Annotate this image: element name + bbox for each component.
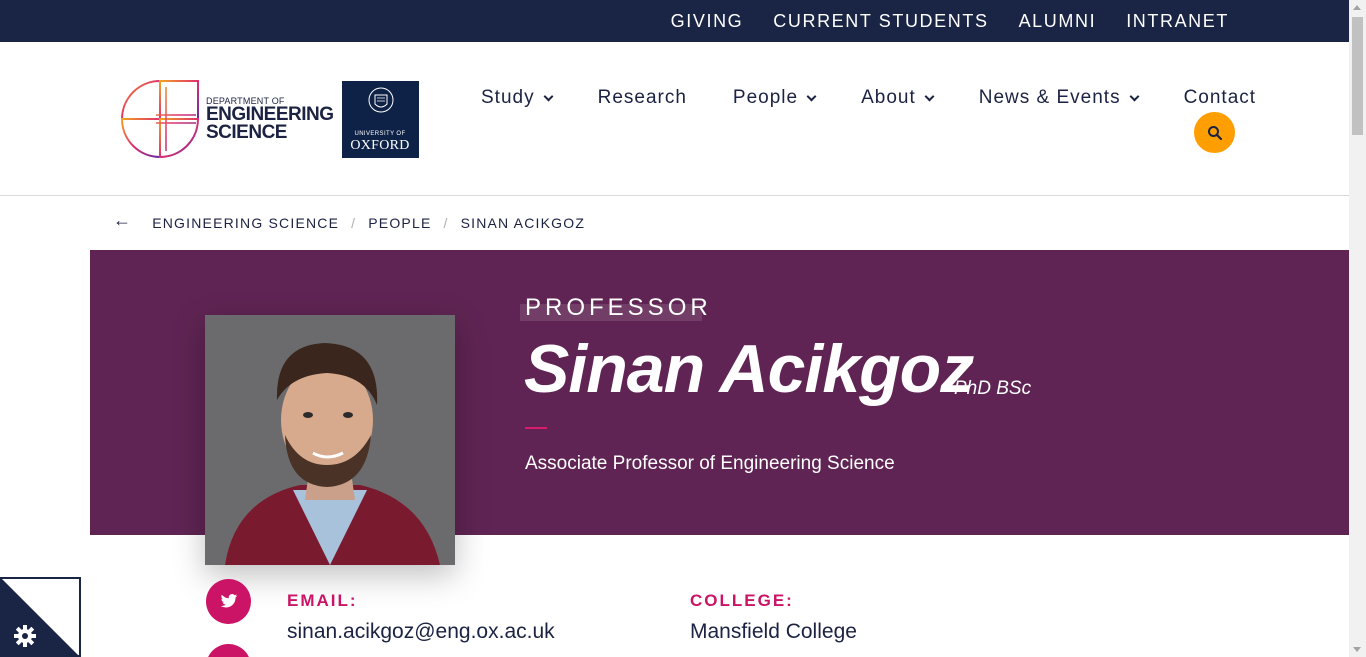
scrollbar-thumb[interactable]	[1352, 17, 1363, 135]
chevron-down-icon	[924, 91, 935, 101]
site-header: DEPARTMENT OF ENGINEERING SCIENCE UNIVER…	[0, 42, 1349, 196]
nav-item-label: News & Events	[978, 87, 1121, 108]
gear-icon	[14, 625, 36, 647]
utility-link-intranet[interactable]: INTRANET	[1126, 11, 1229, 32]
oxford-logo-big: OXFORD	[350, 137, 410, 153]
nav-item-label: About	[861, 87, 916, 108]
nav-item-research[interactable]: Research	[598, 87, 687, 109]
nav-item-people[interactable]: People	[732, 87, 817, 109]
chevron-down-icon	[543, 91, 554, 101]
nav-item-news-events[interactable]: News & Events	[978, 87, 1140, 109]
twitter-icon	[220, 594, 237, 608]
utility-link-current-students[interactable]: CURRENT STUDENTS	[773, 11, 988, 32]
arrow-left-icon[interactable]: ←	[113, 210, 132, 231]
twitter-button[interactable]	[206, 579, 251, 624]
utility-nav: GIVING CURRENT STUDENTS ALUMNI INTRANET	[671, 0, 1229, 42]
nav-item-label: Contact	[1183, 87, 1257, 108]
breadcrumb-current: SINAN ACIKGOZ	[460, 214, 586, 231]
breadcrumb: ← ENGINEERING SCIENCE / PEOPLE / SINAN A…	[113, 210, 586, 231]
cookie-settings-button[interactable]	[0, 577, 81, 657]
college-value: Mansfield College	[690, 620, 857, 643]
scroll-down-arrow-icon[interactable]	[1353, 647, 1361, 652]
main-nav: Study Research People About News & Event…	[481, 87, 1256, 109]
department-logo-text: DEPARTMENT OF ENGINEERING SCIENCE	[206, 96, 334, 143]
utility-link-giving[interactable]: GIVING	[671, 11, 744, 32]
oxford-crest-icon	[368, 87, 394, 112]
chevron-down-icon	[806, 91, 817, 101]
nav-item-label: People	[732, 87, 799, 108]
nav-item-label: Study	[481, 87, 535, 108]
logo-group[interactable]: DEPARTMENT OF ENGINEERING SCIENCE UNIVER…	[120, 79, 419, 159]
utility-link-alumni[interactable]: ALUMNI	[1019, 11, 1097, 32]
dept-logo-line2: ENGINEERING	[206, 103, 334, 125]
profile-position: Associate Professor of Engineering Scien…	[525, 453, 895, 474]
profile-name: Sinan Acikgoz	[524, 331, 974, 407]
breadcrumb-separator: /	[351, 214, 357, 231]
name-divider	[525, 427, 547, 429]
search-icon	[1207, 125, 1222, 140]
utility-bar: GIVING CURRENT STUDENTS ALUMNI INTRANET	[0, 0, 1349, 42]
oxford-logo-small: UNIVERSITY OF	[354, 130, 406, 137]
nav-item-about[interactable]: About	[861, 87, 935, 109]
breadcrumb-separator: /	[443, 214, 449, 231]
oxford-logo: UNIVERSITY OF OXFORD	[341, 80, 419, 158]
profile-rank: PROFESSOR	[525, 294, 712, 321]
college-label: COLLEGE:	[690, 591, 794, 610]
breadcrumb-link-people[interactable]: PEOPLE	[368, 215, 431, 231]
profile-photo	[205, 315, 455, 565]
breadcrumb-link-engineering-science[interactable]: ENGINEERING SCIENCE	[152, 215, 339, 231]
nav-item-contact[interactable]: Contact	[1184, 87, 1256, 109]
department-logo-mark	[120, 79, 200, 159]
profile-portrait-image	[205, 315, 455, 565]
page-scrollbar[interactable]	[1349, 0, 1366, 657]
scroll-up-arrow-icon[interactable]	[1353, 5, 1361, 10]
email-link[interactable]: sinan.acikgoz@eng.ox.ac.uk	[287, 620, 555, 644]
search-button[interactable]	[1194, 112, 1235, 153]
social-button[interactable]	[206, 644, 251, 657]
email-label: EMAIL:	[287, 591, 358, 610]
profile-post-nominals: PhD BSc	[954, 378, 1032, 399]
chevron-down-icon	[1129, 91, 1140, 101]
dept-logo-line3: SCIENCE	[206, 121, 287, 143]
nav-item-label: Research	[597, 87, 687, 108]
nav-item-study[interactable]: Study	[481, 87, 554, 109]
